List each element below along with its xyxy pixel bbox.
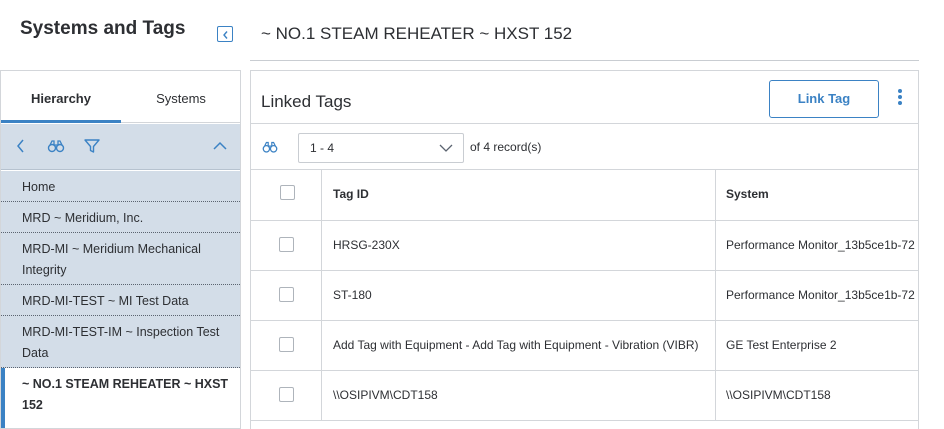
system-cell: \\OSIPIVM\CDT158 xyxy=(726,388,831,402)
row-check-cell xyxy=(251,221,322,270)
link-tag-button[interactable]: Link Tag xyxy=(769,80,879,118)
table-row: HRSG-230X Performance Monitor_13b5ce1b-7… xyxy=(251,221,918,271)
hierarchy-panel: Hierarchy Systems Home MRD ~ Meridium, I… xyxy=(0,70,241,429)
system-cell: Performance Monitor_13b5ce1b-72 xyxy=(726,238,915,252)
tree-item-mrd[interactable]: MRD ~ Meridium, Inc. xyxy=(1,202,240,233)
table-row: \\OSIPIVM\CDT158 \\OSIPIVM\CDT158 xyxy=(251,371,918,421)
row-check-cell xyxy=(251,321,322,370)
linked-tags-table: Tag ID System HRSG-230X Performance Moni… xyxy=(251,170,918,421)
pager-bar: 1 - 4 of 4 record(s) xyxy=(251,123,918,170)
range-value: 1 - 4 xyxy=(310,141,335,155)
system-cell: Performance Monitor_13b5ce1b-72 xyxy=(726,288,915,302)
divider xyxy=(250,60,919,61)
row-check-cell xyxy=(251,371,322,420)
system-cell: GE Test Enterprise 2 xyxy=(726,338,837,352)
tag-id-cell: \\OSIPIVM\CDT158 xyxy=(322,371,716,420)
of-label: of xyxy=(470,140,481,154)
chevron-up-icon[interactable] xyxy=(210,136,230,156)
tree-item-mrd-mi[interactable]: MRD-MI ~ Meridium Mechanical Integrity xyxy=(1,233,240,285)
tag-id-cell: Add Tag with Equipment - Add Tag with Eq… xyxy=(322,321,716,370)
record-total: 4 xyxy=(483,140,491,154)
select-all-checkbox[interactable] xyxy=(280,185,295,200)
panel-tabs: Hierarchy Systems xyxy=(1,71,240,123)
binoculars-icon[interactable] xyxy=(261,138,279,156)
collapse-left-icon xyxy=(223,31,228,39)
panel-title: Systems and Tags xyxy=(20,18,186,39)
record-count: of 4 record(s) xyxy=(470,140,541,154)
tree-toolbar xyxy=(1,124,240,170)
tab-systems[interactable]: Systems xyxy=(121,71,241,123)
table-row: ST-180 Performance Monitor_13b5ce1b-72 xyxy=(251,271,918,321)
binoculars-icon[interactable] xyxy=(46,136,66,156)
linked-tags-panel: Linked Tags Link Tag 1 - 4 of 4 record(s… xyxy=(250,70,919,429)
column-header-system[interactable]: System xyxy=(716,170,918,220)
tag-id-cell: HRSG-230X xyxy=(322,221,716,270)
collapse-panel-button[interactable] xyxy=(217,26,233,42)
row-check-cell xyxy=(251,271,322,320)
row-checkbox[interactable] xyxy=(279,387,294,402)
tag-id-cell: ST-180 xyxy=(322,271,716,320)
table-row: Add Tag with Equipment - Add Tag with Eq… xyxy=(251,321,918,371)
chevron-down-icon xyxy=(439,144,453,152)
filter-icon[interactable] xyxy=(82,136,102,156)
row-checkbox[interactable] xyxy=(279,237,294,252)
tab-hierarchy[interactable]: Hierarchy xyxy=(1,71,121,123)
tree-item-selected[interactable]: ~ NO.1 STEAM REHEATER ~ HXST 152 xyxy=(1,368,240,428)
tree-item-mrd-mi-test-im[interactable]: MRD-MI-TEST-IM ~ Inspection Test Data xyxy=(1,316,240,368)
records-label: record(s) xyxy=(493,140,542,154)
page-title: ~ NO.1 STEAM REHEATER ~ HXST 152 xyxy=(261,24,573,43)
section-title: Linked Tags xyxy=(261,92,352,111)
row-checkbox[interactable] xyxy=(279,337,294,352)
back-icon[interactable] xyxy=(11,136,31,156)
tree-item-home[interactable]: Home xyxy=(1,171,240,202)
range-select[interactable]: 1 - 4 xyxy=(298,133,464,163)
column-header-tag-id[interactable]: Tag ID xyxy=(322,170,716,220)
table-header: Tag ID System xyxy=(251,170,918,221)
header-check-cell xyxy=(251,170,322,220)
more-options-icon[interactable] xyxy=(897,89,903,107)
row-checkbox[interactable] xyxy=(279,287,294,302)
hierarchy-tree: Home MRD ~ Meridium, Inc. MRD-MI ~ Merid… xyxy=(1,171,240,428)
tree-item-mrd-mi-test[interactable]: MRD-MI-TEST ~ MI Test Data xyxy=(1,285,240,316)
